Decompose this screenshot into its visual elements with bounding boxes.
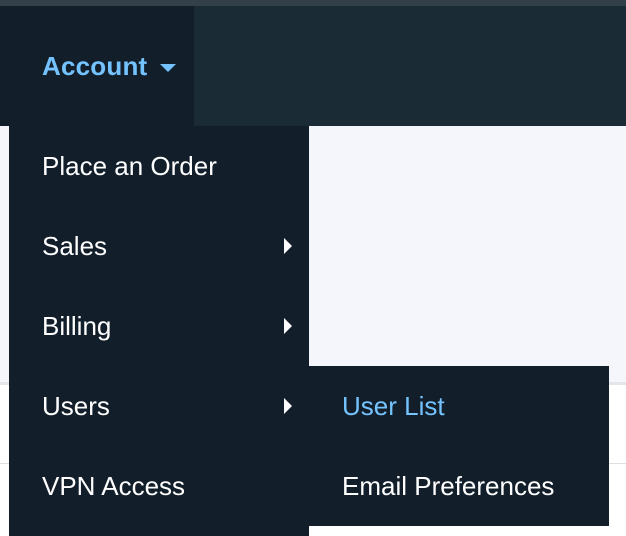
chevron-down-icon xyxy=(160,64,177,72)
menu-item-place-an-order[interactable]: Place an Order xyxy=(9,126,309,206)
account-dropdown-menu: Place an Order Sales Billing Users VPN A… xyxy=(9,126,309,536)
chevron-right-icon xyxy=(284,398,292,414)
account-menu-button[interactable]: Account xyxy=(0,6,194,126)
menu-item-sales[interactable]: Sales xyxy=(9,206,309,286)
submenu-item-label: User List xyxy=(342,390,445,421)
menu-item-billing[interactable]: Billing xyxy=(9,286,309,366)
menu-item-label: Sales xyxy=(42,230,108,261)
menu-item-label: Users xyxy=(42,390,110,421)
chevron-right-icon xyxy=(284,318,292,334)
submenu-item-email-preferences[interactable]: Email Preferences xyxy=(309,446,609,526)
chevron-right-icon xyxy=(284,238,292,254)
account-menu-label: Account xyxy=(42,50,148,81)
submenu-item-label: Email Preferences xyxy=(342,470,555,501)
menu-item-label: Place an Order xyxy=(42,150,217,181)
menu-item-users[interactable]: Users xyxy=(9,366,309,446)
users-submenu: User List Email Preferences xyxy=(309,366,609,526)
menu-item-vpn-access[interactable]: VPN Access xyxy=(9,446,309,526)
menu-item-label: Billing xyxy=(42,310,112,341)
menu-item-label: VPN Access xyxy=(42,470,186,501)
submenu-item-user-list[interactable]: User List xyxy=(309,366,609,446)
